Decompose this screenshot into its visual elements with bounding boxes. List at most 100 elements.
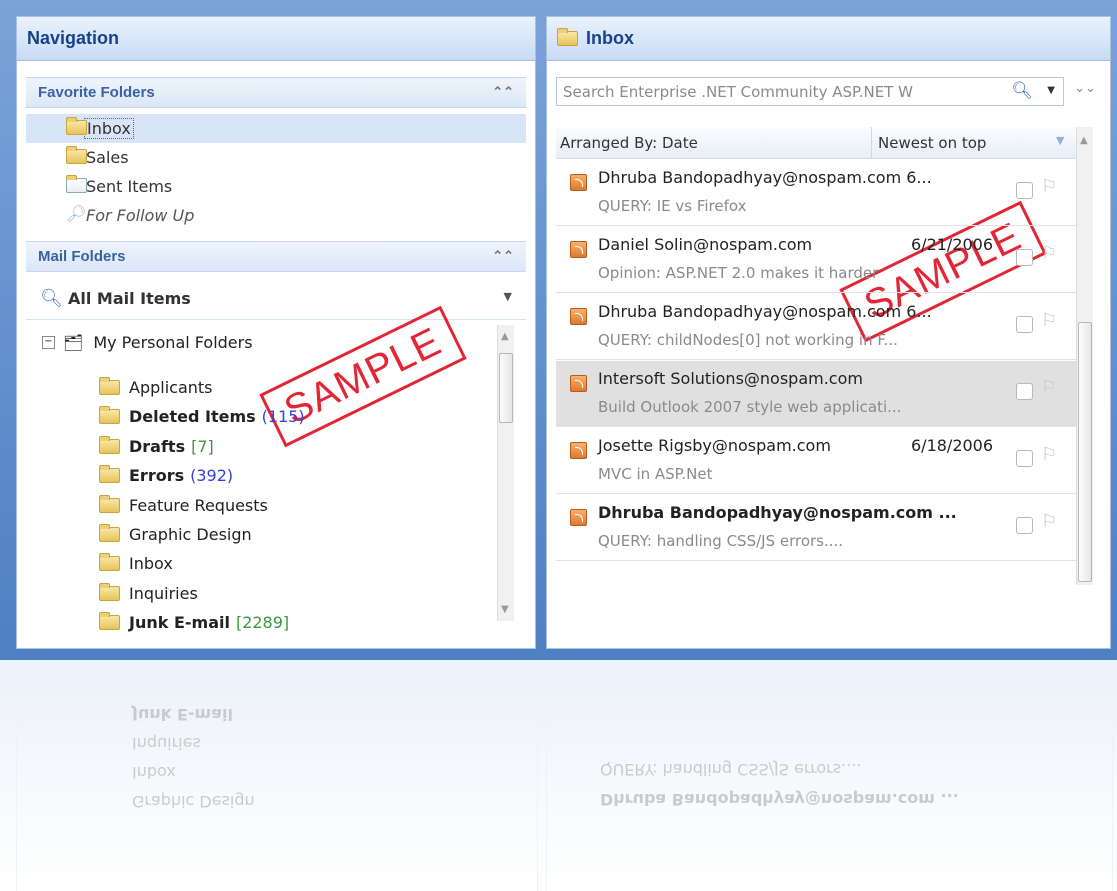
flag-icon[interactable]: ⚐	[1041, 444, 1057, 465]
message-row[interactable]: Daniel Solin@nospam.com 6/21/2006 Opinion:…	[556, 227, 1076, 293]
folder-icon	[66, 146, 87, 168]
sort-arrow-icon[interactable]: ▼	[1056, 134, 1064, 147]
message-sender: Dhruba Bandopadhyay@nospam.com 6...	[598, 168, 932, 187]
favorite-item-label: Sent Items	[86, 177, 173, 196]
flag-icon[interactable]: ⚐	[1041, 511, 1057, 532]
unread-count: (115)	[261, 407, 305, 427]
column-divider	[871, 127, 872, 158]
scroll-up-icon[interactable]: ▲	[501, 331, 509, 342]
reflection-text: QUERY: handling CSS/JS errors....	[600, 760, 862, 779]
sent-items-icon	[66, 175, 87, 197]
category-checkbox[interactable]	[1016, 383, 1033, 400]
collapse-up-icon[interactable]: ⌃⌃	[492, 84, 514, 100]
folder-icon	[99, 406, 120, 425]
message-scrollbar[interactable]: ▲	[1076, 127, 1093, 585]
scroll-up-icon[interactable]: ▲	[1080, 135, 1088, 146]
reflection-text: Inquiries	[132, 734, 201, 753]
folder-label: Junk E-mail	[129, 613, 230, 633]
mail-folders-title: Mail Folders	[38, 248, 126, 265]
favorite-item-sent-items[interactable]: Sent Items	[26, 172, 526, 201]
category-checkbox[interactable]	[1016, 182, 1033, 199]
rss-item-icon	[570, 241, 587, 258]
message-row[interactable]: Josette Rigsby@nospam.com 6/18/2006 MVC in…	[556, 428, 1076, 494]
search-placeholder: Search Enterprise .NET Community ASP.NET…	[563, 82, 913, 101]
message-date: 6/21/2006	[911, 235, 994, 254]
rss-item-icon	[570, 509, 587, 526]
message-subject: Build Outlook 2007 style web applicati..…	[598, 398, 902, 416]
scroll-thumb[interactable]	[499, 353, 513, 423]
flag-icon[interactable]: ⚐	[1041, 243, 1057, 264]
chevron-down-icon[interactable]: ▼	[504, 290, 512, 303]
message-row[interactable]: Dhruba Bandopadhyay@nospam.com 6... QUERY…	[556, 160, 1076, 226]
scroll-thumb[interactable]	[1078, 322, 1092, 582]
folder-item[interactable]: Errors (392)	[99, 461, 233, 490]
message-subject: Opinion: ASP.NET 2.0 makes it harder	[598, 264, 879, 282]
message-row[interactable]: Dhruba Bandopadhyay@nospam.com ... QUERY:…	[556, 495, 1076, 561]
mail-folders-header[interactable]: Mail Folders ⌃⌃	[26, 241, 526, 272]
category-checkbox[interactable]	[1016, 450, 1033, 467]
message-sender: Daniel Solin@nospam.com	[598, 235, 813, 254]
folder-item[interactable]: Inquiries	[99, 579, 198, 608]
arrange-bar[interactable]: Arranged By: Date Newest on top ▼	[556, 127, 1076, 159]
rss-item-icon	[570, 375, 587, 392]
message-subject: QUERY: IE vs Firefox	[598, 197, 747, 215]
folder-label: Inquiries	[129, 583, 198, 603]
folder-icon	[99, 524, 120, 542]
collapse-up-icon[interactable]: ⌃⌃	[492, 248, 514, 264]
category-checkbox[interactable]	[1016, 517, 1033, 534]
all-mail-items-selector[interactable]: 🔍︎ All Mail Items ▼	[26, 279, 526, 320]
scroll-down-icon[interactable]: ▼	[501, 604, 509, 615]
collapse-minus-icon[interactable]: −	[42, 335, 55, 349]
favorite-item-for-follow-up[interactable]: 🔎︎ For Follow Up	[26, 201, 526, 230]
search-icon[interactable]: 🔍︎	[1011, 81, 1033, 101]
message-subject: MVC in ASP.Net	[598, 465, 713, 483]
folder-scrollbar[interactable]: ▲ ▼	[497, 325, 514, 621]
search-input[interactable]: Search Enterprise .NET Community ASP.NET…	[556, 77, 1064, 106]
tree-root[interactable]: − 🗂︎ My Personal Folders	[42, 331, 253, 353]
favorite-folders-title: Favorite Folders	[38, 84, 155, 101]
chevron-down-icon[interactable]: ▼	[1047, 85, 1055, 96]
message-subject: QUERY: childNodes[0] not working in F...	[598, 331, 898, 349]
favorite-item-inbox[interactable]: Inbox	[26, 114, 526, 143]
folder-item[interactable]: Junk E-mail [2289]	[99, 608, 289, 637]
flag-icon[interactable]: ⚐	[1041, 176, 1057, 197]
sort-order-label[interactable]: Newest on top	[878, 134, 986, 152]
folder-item[interactable]: Graphic Design	[99, 520, 252, 549]
category-checkbox[interactable]	[1016, 316, 1033, 333]
rss-item-icon	[570, 442, 587, 459]
inbox-title: Inbox	[586, 28, 634, 48]
arranged-by-label[interactable]: Arranged By: Date	[560, 134, 698, 152]
favorite-item-label: Sales	[86, 148, 129, 167]
reflection-text: Graphic Design	[132, 792, 255, 811]
all-mail-items-label: All Mail Items	[68, 289, 191, 308]
tree-root-label: My Personal Folders	[93, 332, 253, 352]
message-row[interactable]: Intersoft Solutions@nospam.com Build Outl…	[556, 361, 1076, 427]
message-subject: QUERY: handling CSS/JS errors....	[598, 532, 844, 550]
navigation-title: Navigation	[27, 28, 120, 48]
unread-count: [7]	[191, 436, 214, 456]
flag-icon[interactable]: ⚐	[1041, 310, 1057, 331]
expand-down-icon[interactable]: ⌄⌄	[1074, 81, 1096, 96]
folder-label: Feature Requests	[129, 495, 268, 515]
folder-icon	[99, 582, 120, 601]
rss-item-icon	[570, 174, 587, 191]
folder-item[interactable]: Inbox	[99, 549, 173, 578]
folder-item[interactable]: Deleted Items (115)	[99, 402, 305, 431]
favorite-folders-header[interactable]: Favorite Folders ⌃⌃	[26, 77, 526, 108]
folder-label: Errors	[129, 466, 185, 486]
inbox-pane: Inbox Search Enterprise .NET Community A…	[546, 16, 1111, 649]
message-row[interactable]: Dhruba Bandopadhyay@nospam.com 6... QUERY…	[556, 294, 1076, 360]
message-sender: Intersoft Solutions@nospam.com	[598, 369, 863, 388]
reflection-text: Junk E-mail	[132, 705, 233, 724]
category-checkbox[interactable]	[1016, 249, 1033, 266]
inbox-header: Inbox	[547, 17, 1110, 61]
favorite-item-sales[interactable]: Sales	[26, 143, 526, 172]
folder-item[interactable]: Drafts [7]	[99, 432, 214, 461]
inbox-folder-icon	[557, 28, 578, 46]
folder-icon	[99, 612, 120, 631]
search-icon: 🔍︎	[40, 288, 63, 309]
message-sender: Josette Rigsby@nospam.com	[598, 436, 831, 455]
flag-icon[interactable]: ⚐	[1041, 377, 1057, 398]
folder-item[interactable]: Feature Requests	[99, 491, 268, 520]
folder-item[interactable]: Applicants	[99, 373, 213, 402]
